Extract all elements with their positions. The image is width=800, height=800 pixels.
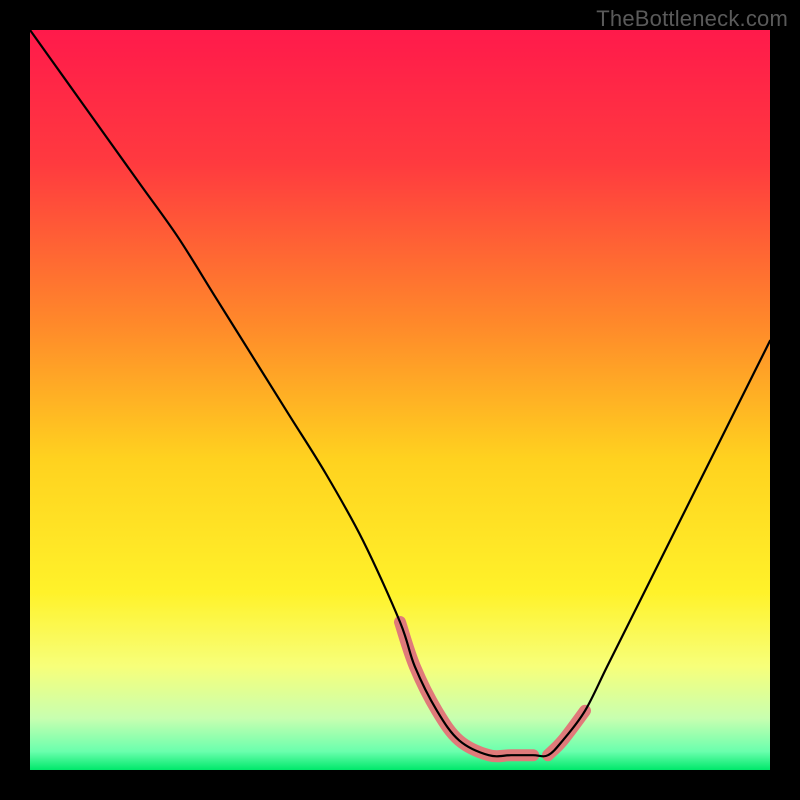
bottleneck-curve [30,30,770,756]
highlight-valley-left [400,622,533,756]
curve-layer [30,30,770,770]
chart-frame: TheBottleneck.com [0,0,800,800]
watermark-label: TheBottleneck.com [596,6,788,32]
plot-area [30,30,770,770]
